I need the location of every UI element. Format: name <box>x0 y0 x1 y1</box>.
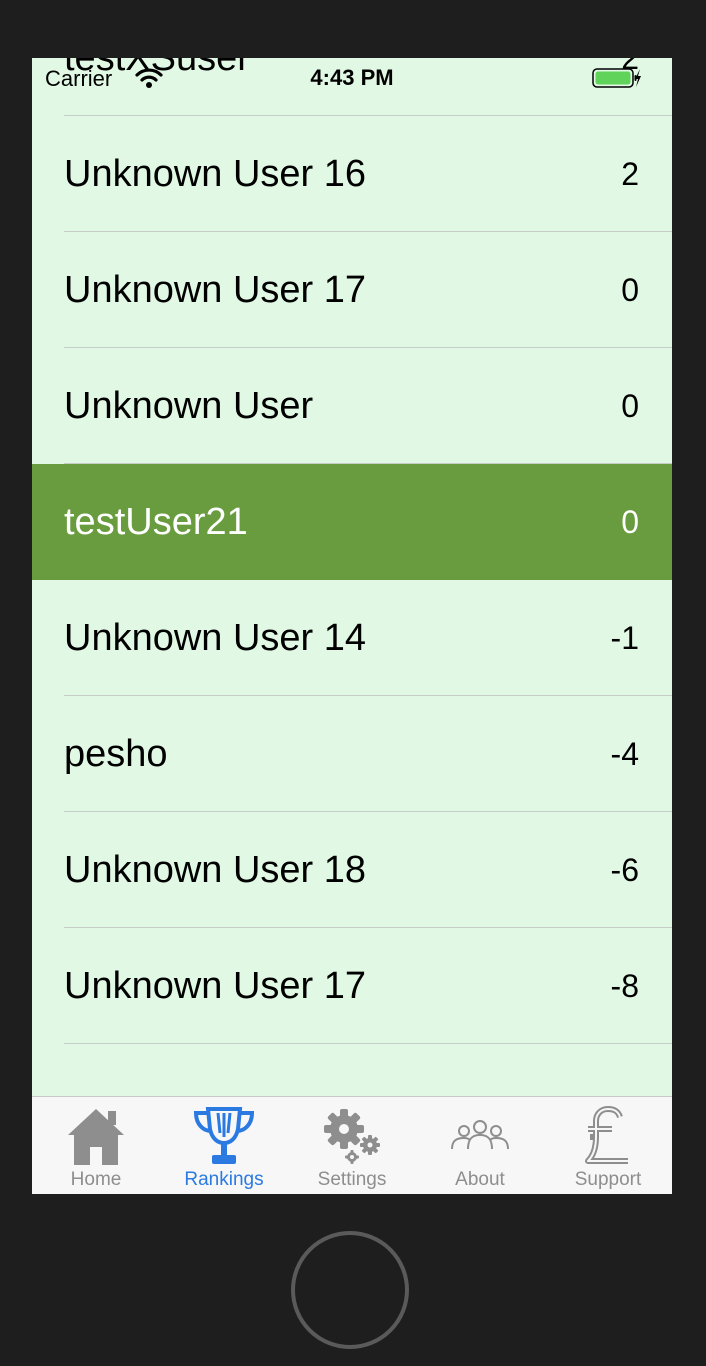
tab-label: Rankings <box>184 1169 264 1190</box>
ranking-score: 0 <box>621 388 639 424</box>
ranking-row[interactable]: Unknown User 16 2 <box>32 116 672 232</box>
ranking-row[interactable]: Unknown User 18 -6 <box>32 812 672 928</box>
people-icon <box>451 1120 509 1150</box>
ranking-row[interactable]: pesho -4 <box>32 696 672 812</box>
phone-screen: Carrier 4:43 PM testXSuser 2 Unknown Use… <box>32 58 672 1194</box>
ranking-score: -8 <box>610 968 639 1004</box>
pound-icon <box>585 1106 628 1164</box>
tab-label: About <box>455 1169 505 1190</box>
tab-home[interactable]: Home <box>32 1097 160 1194</box>
ranking-score: -6 <box>610 852 639 888</box>
ranking-score: 0 <box>621 504 639 540</box>
tab-bar: Home Rankings Settings About Support <box>32 1096 672 1194</box>
ranking-row[interactable]: Unknown User 17 -8 <box>32 928 672 1044</box>
tab-rankings[interactable]: Rankings <box>160 1097 288 1194</box>
tab-label: Home <box>70 1169 122 1190</box>
ranking-name: pesho <box>64 733 168 775</box>
tab-settings[interactable]: Settings <box>288 1097 416 1194</box>
tab-label: Settings <box>317 1169 387 1190</box>
ranking-row-current-user[interactable]: testUser21 0 <box>32 464 672 580</box>
ranking-name: Unknown User <box>64 385 314 427</box>
tab-label: Support <box>574 1169 642 1190</box>
trophy-icon <box>193 1107 255 1164</box>
rankings-list[interactable]: testXSuser 2 Unknown User 16 2 Unknown U… <box>32 58 672 1044</box>
battery-charging-icon <box>592 68 641 88</box>
ranking-name: testUser21 <box>64 501 248 543</box>
ranking-row[interactable]: Unknown User 17 0 <box>32 232 672 348</box>
status-time: 4:43 PM <box>310 65 394 90</box>
ranking-name: Unknown User 18 <box>64 849 367 891</box>
home-button[interactable] <box>291 1231 409 1349</box>
status-bar: Carrier 4:43 PM <box>32 58 672 98</box>
ranking-score: -1 <box>610 620 639 656</box>
tab-about[interactable]: About <box>416 1097 544 1194</box>
ranking-name: Unknown User 14 <box>64 617 367 659</box>
ranking-name: Unknown User 17 <box>64 269 367 311</box>
ranking-score: 2 <box>621 156 639 192</box>
ranking-row[interactable]: Unknown User 14 -1 <box>32 580 672 696</box>
home-icon <box>68 1109 124 1165</box>
gears-icon <box>324 1109 380 1164</box>
ranking-name: Unknown User 17 <box>64 965 367 1007</box>
tab-support[interactable]: Support <box>544 1097 672 1194</box>
ranking-name: Unknown User 16 <box>64 153 367 195</box>
row-divider <box>64 1043 672 1044</box>
ranking-score: 0 <box>621 272 639 308</box>
ranking-score: -4 <box>610 736 639 772</box>
ranking-row[interactable]: Unknown User 0 <box>32 348 672 464</box>
